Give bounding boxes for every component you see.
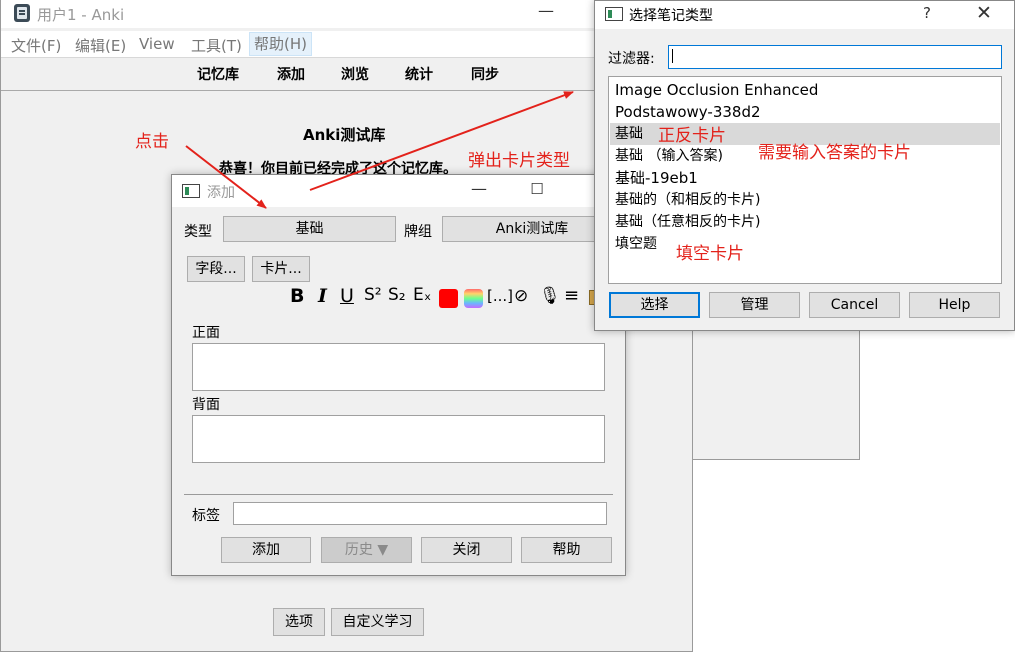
deck-label: 牌组 xyxy=(404,224,432,240)
annotation-click: 点击 xyxy=(135,132,169,152)
context-help-icon[interactable]: ? xyxy=(917,4,937,22)
toolbar-sync[interactable]: 同步 xyxy=(471,64,499,84)
window-icon xyxy=(605,7,623,21)
type-label: 类型 xyxy=(184,224,212,240)
menu-tools[interactable]: 工具(T) xyxy=(191,35,242,56)
list-item[interactable]: 基础的（和相反的卡片) xyxy=(610,189,1000,211)
toolbar-decks[interactable]: 记忆库 xyxy=(197,64,239,84)
microphone-icon[interactable]: 🎙 xyxy=(539,286,561,306)
filter-label: 过滤器: xyxy=(608,51,655,67)
clear-format-icon[interactable]: Eₓ xyxy=(413,285,431,305)
front-field[interactable] xyxy=(192,343,605,391)
main-toolbar: 记忆库 添加 浏览 统计 同步 xyxy=(1,58,692,91)
help-button[interactable]: 帮助 xyxy=(521,537,612,563)
main-titlebar: 用户1 - Anki — xyxy=(1,0,692,28)
divider xyxy=(184,494,613,495)
anki-app-icon xyxy=(14,4,30,22)
more-menu-icon[interactable]: ≡ xyxy=(564,285,579,306)
toolbar-browse[interactable]: 浏览 xyxy=(341,64,369,84)
choose-button[interactable]: 选择 xyxy=(609,292,700,318)
manage-button[interactable]: 管理 xyxy=(709,292,800,318)
filter-input[interactable] xyxy=(668,45,1002,69)
menu-help[interactable]: 帮助(H) xyxy=(249,32,312,56)
history-button[interactable]: 历史 ▼ xyxy=(321,537,412,563)
list-item[interactable]: 基础-19eb1 xyxy=(610,167,1000,189)
minimize-icon[interactable]: — xyxy=(535,1,557,20)
back-label: 背面 xyxy=(192,397,220,413)
tags-label: 标签 xyxy=(192,508,220,524)
menu-file[interactable]: 文件(F) xyxy=(11,35,61,56)
bold-icon[interactable]: B xyxy=(290,285,304,307)
maximize-icon[interactable]: ☐ xyxy=(526,180,548,198)
toolbar-add[interactable]: 添加 xyxy=(277,64,305,84)
list-item[interactable]: 填空题 xyxy=(610,233,1000,255)
note-type-list[interactable]: Image Occlusion Enhanced Podstawowy-338d… xyxy=(608,76,1002,284)
note-type-dialog-title: 选择笔记类型 xyxy=(629,8,713,24)
list-item[interactable]: Image Occlusion Enhanced xyxy=(610,79,1000,101)
cards-button[interactable]: 卡片... xyxy=(252,256,310,282)
background-window-edge xyxy=(693,330,860,460)
annotation-cloze-card: 填空卡片 xyxy=(676,244,744,264)
subscript-icon[interactable]: S₂ xyxy=(388,285,406,305)
options-button[interactable]: 选项 xyxy=(273,608,325,636)
add-button[interactable]: 添加 xyxy=(221,537,311,563)
main-window-title: 用户1 - Anki xyxy=(37,6,125,24)
list-item[interactable]: 基础（任意相反的卡片) xyxy=(610,211,1000,233)
annotation-popup: 弹出卡片类型 xyxy=(468,151,570,171)
add-note-dialog: 添加 — ☐ 类型 基础 牌组 Anki测试库 字段... 卡片... B I … xyxy=(171,174,626,576)
window-icon xyxy=(182,184,200,198)
help-button[interactable]: Help xyxy=(909,292,1000,318)
note-type-button[interactable]: 基础 xyxy=(223,216,396,242)
superscript-icon[interactable]: S² xyxy=(364,285,382,305)
custom-study-button[interactable]: 自定义学习 xyxy=(331,608,424,636)
front-label: 正面 xyxy=(192,325,220,341)
annotation-forward-card: 正反卡片 xyxy=(658,126,726,146)
menu-edit[interactable]: 编辑(E) xyxy=(75,35,126,56)
italic-icon[interactable]: I xyxy=(318,285,327,307)
text-color-icon[interactable] xyxy=(439,289,458,308)
cloze-icon[interactable]: [...] xyxy=(487,287,513,305)
add-dialog-title: 添加 xyxy=(207,185,235,201)
text-caret xyxy=(672,49,673,63)
deck-title: Anki测试库 xyxy=(303,126,386,144)
choose-note-type-dialog: 选择笔记类型 ? ✕ 过滤器: Image Occlusion Enhanced… xyxy=(594,0,1015,331)
minimize-icon[interactable]: — xyxy=(468,179,490,198)
cancel-button[interactable]: Cancel xyxy=(809,292,900,318)
toolbar-stats[interactable]: 统计 xyxy=(405,64,433,84)
menu-view[interactable]: View xyxy=(139,35,175,53)
underline-icon[interactable]: U xyxy=(340,285,354,307)
menu-bar: 文件(F) 编辑(E) View 工具(T) 帮助(H) xyxy=(1,31,692,58)
back-field[interactable] xyxy=(192,415,605,463)
note-type-titlebar: 选择笔记类型 ? ✕ xyxy=(595,1,1014,29)
list-item[interactable]: Podstawowy-338d2 xyxy=(610,101,1000,123)
close-icon[interactable]: ✕ xyxy=(973,2,995,24)
attach-icon[interactable]: ⊘ xyxy=(514,286,528,306)
fields-button[interactable]: 字段... xyxy=(187,256,245,282)
annotation-type-answer-card: 需要输入答案的卡片 xyxy=(758,143,911,163)
color-picker-icon[interactable] xyxy=(464,289,483,308)
add-dialog-titlebar: 添加 — ☐ xyxy=(172,175,625,207)
close-button[interactable]: 关闭 xyxy=(421,537,512,563)
tags-input[interactable] xyxy=(233,502,607,525)
